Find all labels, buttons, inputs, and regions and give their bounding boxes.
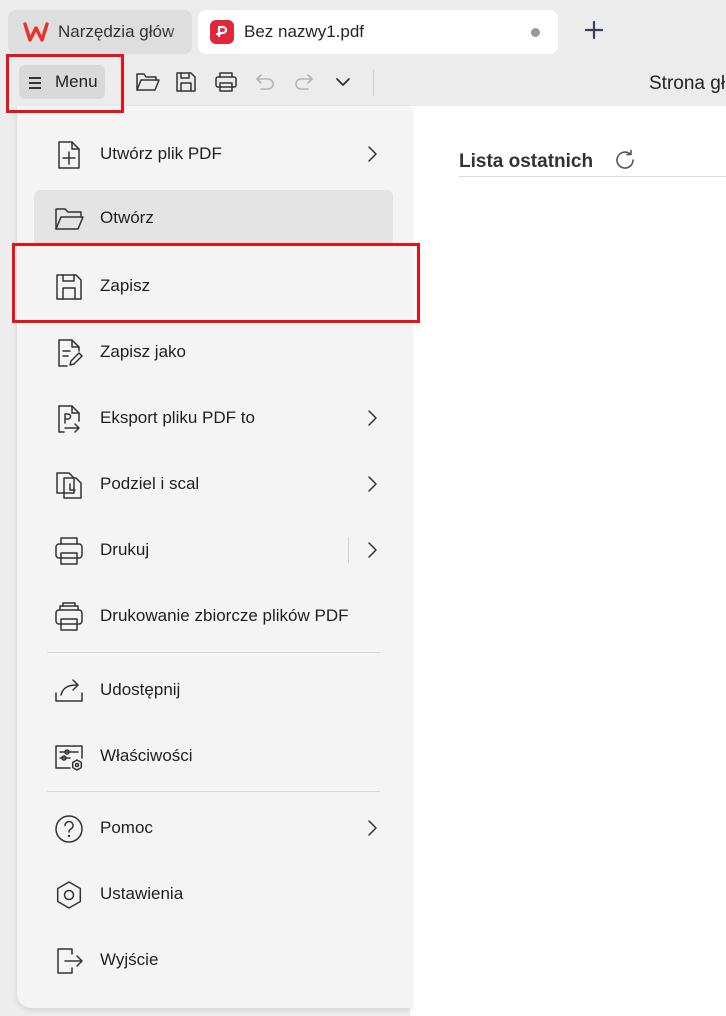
menu-item-label: Drukowanie zbiorcze plików PDF (100, 606, 349, 625)
menu-item-batch-print[interactable]: Drukowanie zbiorcze plików PDF (34, 588, 393, 644)
save-as-icon (53, 337, 85, 369)
menu-item-label: Eksport pliku PDF to (100, 408, 255, 427)
undo-icon[interactable] (251, 68, 279, 96)
menu-item-properties[interactable]: Właściwości (34, 728, 393, 784)
menu-item-label: Drukuj (100, 540, 150, 559)
tab-home-page[interactable]: Strona gł (649, 73, 725, 95)
export-pdf-icon (53, 403, 85, 435)
menu-item-label: Utwórz plik PDF (100, 144, 222, 163)
refresh-icon[interactable] (614, 149, 638, 173)
menu-item-label: Otwórz (100, 208, 154, 227)
print-icon (53, 535, 85, 567)
menu-item-open[interactable]: Otwórz (34, 190, 393, 246)
split-divider (348, 537, 349, 563)
menu-item-export-pdf[interactable]: Eksport pliku PDF to (34, 390, 393, 446)
help-icon (53, 813, 85, 845)
chevron-right-icon[interactable] (365, 542, 379, 558)
menu-item-save-as[interactable]: Zapisz jako (34, 324, 393, 380)
menu-item-settings[interactable]: Ustawienia (34, 866, 393, 922)
tab-home-tools[interactable]: Narzędzia głów (8, 10, 192, 54)
toolbar-divider (373, 70, 374, 96)
menu-item-label: Właściwości (100, 746, 193, 765)
create-pdf-icon (53, 139, 85, 171)
wps-logo-icon (23, 21, 49, 43)
menu-item-split-merge[interactable]: Podziel i scal (34, 456, 393, 512)
menu-item-create-pdf[interactable]: Utwórz plik PDF (34, 126, 393, 182)
open-folder-icon (53, 203, 85, 235)
tab-bar: Narzędzia głów Bez nazwy1.pdf (0, 0, 726, 60)
exit-icon (53, 945, 85, 977)
save-icon[interactable] (172, 68, 200, 96)
pdf-logo-icon (210, 20, 234, 44)
menu-button-label: Menu (55, 72, 98, 91)
chevron-right-icon (365, 820, 379, 836)
hamburger-icon (29, 75, 43, 89)
menu-item-label: Podziel i scal (100, 474, 200, 493)
open-folder-icon[interactable] (134, 68, 162, 96)
menu-item-label: Ustawienia (100, 884, 184, 903)
menu-item-label: Pomoc (100, 818, 153, 837)
main-content: Lista ostatnich (410, 106, 726, 1016)
split-merge-icon (53, 469, 85, 501)
menu-item-help[interactable]: Pomoc (34, 800, 393, 856)
menu-item-label: Zapisz (100, 276, 151, 295)
menu-divider (47, 791, 380, 792)
menu-item-share[interactable]: Udostępnij (34, 662, 393, 718)
chevron-down-icon[interactable] (329, 68, 357, 96)
menu-item-label: Wyjście (100, 950, 159, 969)
new-tab-button[interactable] (580, 16, 608, 44)
menu-item-label: Zapisz jako (100, 342, 186, 361)
print-icon[interactable] (212, 68, 240, 96)
chevron-right-icon (365, 146, 379, 162)
share-icon (53, 675, 85, 707)
menu-item-print[interactable]: Drukuj (34, 522, 393, 578)
settings-icon (53, 879, 85, 911)
file-menu-dropdown: Utwórz plik PDF Otwórz Zapisz Zapisz jak… (17, 106, 411, 1008)
properties-icon (53, 741, 85, 773)
chevron-right-icon (365, 410, 379, 426)
redo-icon[interactable] (290, 68, 318, 96)
tab-label: Narzędzia głów (58, 22, 175, 41)
save-icon (53, 271, 85, 303)
tab-document[interactable]: Bez nazwy1.pdf (198, 10, 558, 54)
tab-label: Bez nazwy1.pdf (244, 22, 365, 41)
plus-icon (584, 20, 604, 40)
toolbar: Menu Strona gł (0, 60, 726, 106)
menu-item-label: Udostępnij (100, 680, 181, 699)
recent-divider (459, 176, 726, 177)
recent-list-title: Lista ostatnich (459, 151, 594, 172)
chevron-right-icon (365, 476, 379, 492)
menu-item-save[interactable]: Zapisz (34, 258, 393, 314)
menu-divider (47, 652, 380, 653)
menu-button[interactable]: Menu (19, 65, 105, 99)
unsaved-indicator (531, 28, 540, 37)
batch-print-icon (53, 601, 85, 633)
menu-item-exit[interactable]: Wyjście (34, 932, 393, 988)
